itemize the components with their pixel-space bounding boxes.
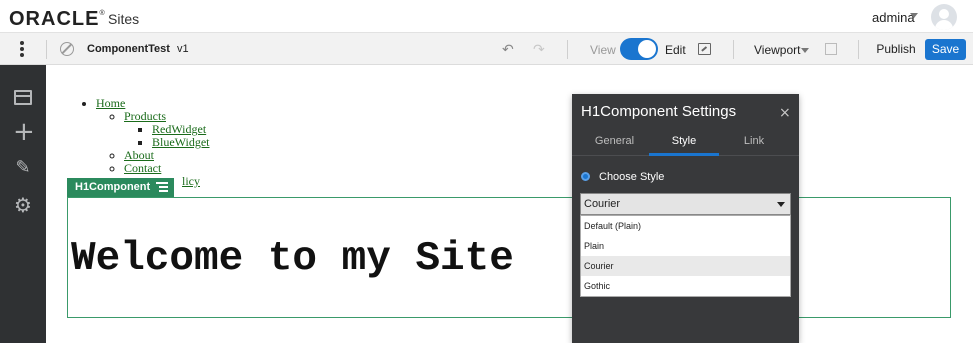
nav-link-about[interactable]: About bbox=[124, 148, 154, 162]
editor-toolbar: ComponentTest v1 ↶ ↷ View Edit Viewport … bbox=[0, 33, 973, 65]
style-option-plain[interactable]: Plain bbox=[581, 236, 790, 256]
toggle-knob bbox=[638, 40, 656, 58]
nav-link-bluewidget[interactable]: BlueWidget bbox=[152, 135, 210, 149]
nav-link-redwidget[interactable]: RedWidget bbox=[152, 122, 206, 136]
active-tab-indicator bbox=[649, 153, 719, 156]
redo-icon[interactable]: ↷ bbox=[533, 42, 545, 58]
toolbar-divider bbox=[46, 40, 47, 59]
preview-icon[interactable] bbox=[698, 43, 711, 55]
site-version: v1 bbox=[177, 43, 189, 55]
save-button[interactable]: Save bbox=[925, 39, 966, 60]
panel-tabs: General Style Link bbox=[572, 128, 799, 156]
nav-link-contact[interactable]: Contact bbox=[124, 161, 161, 175]
nav-item: Home Products RedWidget BlueWidget About… bbox=[96, 97, 210, 188]
oracle-logo[interactable]: ORACLE® bbox=[9, 8, 106, 31]
close-icon[interactable]: × bbox=[779, 105, 791, 121]
undo-icon[interactable]: ↶ bbox=[502, 42, 514, 58]
publish-button[interactable]: Publish bbox=[872, 39, 920, 60]
toolbar-divider bbox=[858, 40, 859, 59]
style-option-courier[interactable]: Courier bbox=[581, 256, 790, 276]
avatar[interactable] bbox=[931, 4, 957, 30]
edit-mode-toggle[interactable] bbox=[620, 38, 658, 60]
nav-item: Products RedWidget BlueWidget bbox=[124, 110, 210, 149]
theme-brush-icon[interactable]: ✎ bbox=[13, 158, 33, 178]
toolbar-divider bbox=[733, 40, 734, 59]
style-option-gothic[interactable]: Gothic bbox=[581, 276, 790, 296]
product-name: Sites bbox=[108, 11, 140, 27]
page-heading[interactable]: Welcome to my Site bbox=[71, 236, 514, 282]
gear-icon[interactable]: ⚙ bbox=[13, 195, 33, 215]
viewport-dropdown[interactable]: Viewport bbox=[754, 43, 800, 57]
brand-mark: ® bbox=[99, 10, 106, 17]
site-status-icon bbox=[60, 42, 74, 56]
nav-link-home[interactable]: Home bbox=[96, 96, 125, 110]
left-rail: + ✎ ⚙ bbox=[0, 65, 46, 343]
layout-panel-icon[interactable] bbox=[13, 88, 33, 108]
component-settings-panel: H1Component Settings × General Style Lin… bbox=[572, 94, 799, 343]
chevron-down-icon[interactable] bbox=[801, 48, 809, 53]
brand-name: ORACLE bbox=[9, 8, 100, 30]
chevron-down-icon[interactable] bbox=[777, 202, 785, 207]
nav-link-products[interactable]: Products bbox=[124, 109, 166, 123]
choose-style-label[interactable]: Choose Style bbox=[599, 171, 664, 183]
chevron-down-icon[interactable] bbox=[910, 13, 918, 18]
panel-title: H1Component Settings bbox=[581, 103, 737, 120]
edit-mode-label[interactable]: Edit bbox=[665, 43, 686, 57]
tab-link[interactable]: Link bbox=[719, 135, 789, 147]
more-options-icon[interactable] bbox=[19, 41, 25, 59]
avatar-head-shape bbox=[939, 9, 949, 19]
style-option-default-plain[interactable]: Default (Plain) bbox=[581, 216, 790, 236]
choose-style-radio[interactable] bbox=[581, 172, 590, 181]
nav-item: BlueWidget bbox=[152, 136, 210, 149]
tab-style[interactable]: Style bbox=[649, 135, 719, 147]
toolbar-divider bbox=[567, 40, 568, 59]
avatar-body-shape bbox=[935, 20, 953, 30]
top-header: ORACLE® Sites admina bbox=[0, 0, 973, 33]
tab-general[interactable]: General bbox=[572, 135, 657, 147]
site-nav-menu: Home Products RedWidget BlueWidget About… bbox=[78, 97, 210, 188]
style-options-list: Default (Plain) Plain Courier Gothic bbox=[580, 215, 791, 297]
user-menu-name[interactable]: admina bbox=[872, 10, 915, 25]
add-icon[interactable]: + bbox=[13, 119, 35, 145]
component-menu-icon[interactable] bbox=[156, 182, 168, 193]
layout-icon[interactable] bbox=[825, 43, 837, 55]
nav-link-privacy-fragment[interactable]: licy bbox=[182, 174, 200, 188]
site-name: ComponentTest bbox=[87, 43, 170, 55]
view-mode-label[interactable]: View bbox=[590, 43, 616, 57]
style-select[interactable]: Courier bbox=[580, 193, 791, 215]
